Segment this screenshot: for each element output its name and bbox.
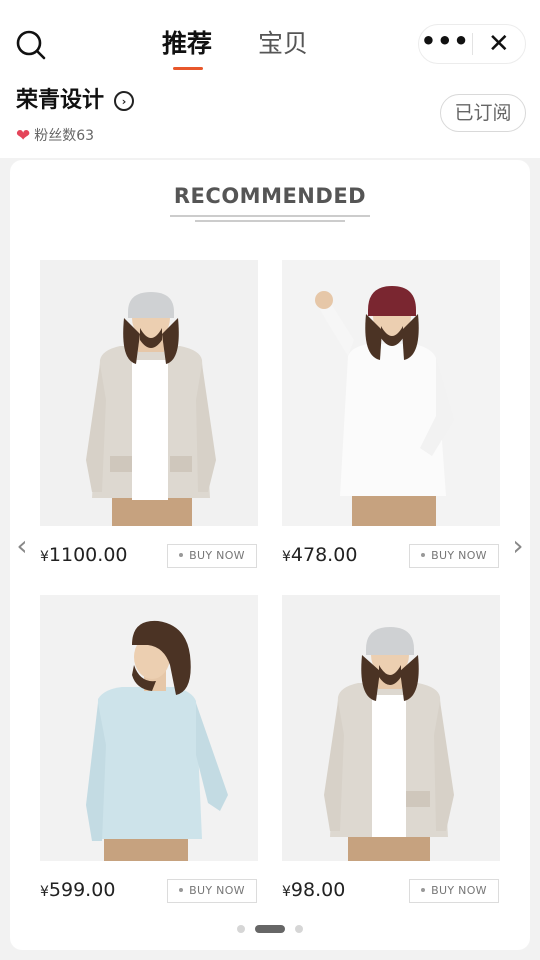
fans-count: ❤ 粉丝数63: [16, 126, 94, 146]
currency-symbol: ¥: [40, 884, 49, 900]
subscribed-button[interactable]: 已订阅: [440, 94, 526, 132]
product-card[interactable]: ¥1100.00 BUY NOW: [40, 260, 258, 568]
close-button[interactable]: ✕: [472, 25, 525, 63]
tab-bar: 推荐 宝贝: [150, 22, 320, 72]
product-image[interactable]: [40, 260, 258, 526]
product-card[interactable]: ¥98.00 BUY NOW: [282, 595, 500, 903]
banner-subtitle-decoration: [170, 212, 370, 228]
mini-program-capsule: ••• ✕: [418, 24, 526, 64]
chevron-right-icon[interactable]: ›: [506, 528, 530, 564]
active-tab-indicator: [173, 67, 203, 70]
tab-recommend-label: 推荐: [162, 29, 213, 58]
close-icon: ✕: [487, 29, 510, 59]
bullet-icon: [179, 553, 184, 557]
tab-items[interactable]: 宝贝: [246, 22, 320, 72]
page-dot-active[interactable]: [255, 925, 285, 933]
page-dot[interactable]: [237, 925, 245, 933]
currency-symbol: ¥: [282, 884, 291, 900]
product-price: ¥98.00: [282, 877, 345, 905]
top-bar: 推荐 宝贝 ••• ✕: [0, 0, 540, 82]
heart-icon: ❤: [16, 126, 31, 146]
buy-now-button[interactable]: BUY NOW: [167, 879, 257, 903]
price-value: 599.00: [48, 879, 116, 901]
search-icon[interactable]: [14, 28, 48, 62]
currency-symbol: ¥: [282, 549, 291, 565]
carousel-pagination: [0, 924, 540, 934]
product-price: ¥1100.00: [40, 542, 128, 570]
product-image[interactable]: [40, 595, 258, 861]
fans-count-label: 粉丝数63: [34, 128, 95, 144]
product-price: ¥478.00: [282, 542, 357, 570]
banner-title: RECOMMENDED: [173, 184, 367, 208]
currency-symbol: ¥: [40, 549, 49, 565]
product-image[interactable]: [282, 595, 500, 861]
product-card[interactable]: ¥478.00 BUY NOW: [282, 260, 500, 568]
bullet-icon: [421, 888, 426, 892]
buy-now-button[interactable]: BUY NOW: [409, 879, 499, 903]
price-value: 478.00: [290, 544, 358, 566]
buy-now-button[interactable]: BUY NOW: [409, 544, 499, 568]
buy-now-label: BUY NOW: [431, 549, 487, 562]
shop-name: 荣青设计: [16, 88, 105, 113]
product-price: ¥599.00: [40, 877, 115, 905]
tab-recommend[interactable]: 推荐: [150, 22, 224, 72]
product-image[interactable]: [282, 260, 500, 526]
more-button[interactable]: •••: [419, 25, 472, 63]
price-value: 98.00: [290, 879, 346, 901]
shop-name-link[interactable]: 荣青设计 ›: [16, 86, 135, 116]
buy-now-label: BUY NOW: [189, 884, 245, 897]
bullet-icon: [421, 553, 426, 557]
page-dot[interactable]: [295, 925, 303, 933]
buy-now-button[interactable]: BUY NOW: [167, 544, 257, 568]
buy-now-label: BUY NOW: [189, 549, 245, 562]
product-card[interactable]: ¥599.00 BUY NOW: [40, 595, 258, 903]
price-value: 1100.00: [48, 544, 128, 566]
bullet-icon: [179, 888, 184, 892]
chevron-left-icon[interactable]: ‹: [10, 528, 34, 564]
buy-now-label: BUY NOW: [431, 884, 487, 897]
more-dots-icon: •••: [420, 27, 470, 55]
chevron-right-circle-icon: ›: [114, 91, 135, 111]
tab-items-label: 宝贝: [257, 29, 308, 58]
shop-header: 荣青设计 › ❤ 粉丝数63 已订阅: [0, 82, 540, 158]
